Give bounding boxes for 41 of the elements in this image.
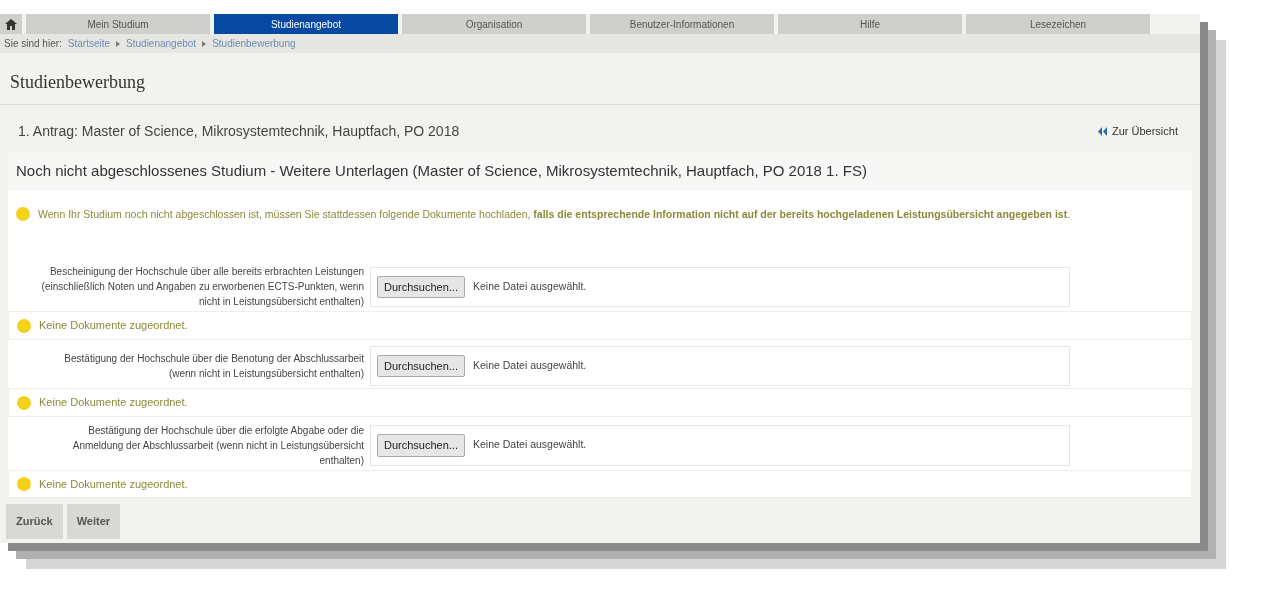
section-title: Noch nicht abgeschlossenes Studium - Weitere Unterlagen (Master of Science, Mikrosystemtechnik, Hauptfach, PO 2018 1. FS) <box>8 152 1192 191</box>
file-status: Keine Datei ausgewählt. <box>473 358 587 374</box>
document-label: Bestätigung der Hochschule über die erfolgte Abgabe oder die Anmeldung der Abschlussarbeit (wenn nicht in Leistungsübersicht enthalten) <box>71 423 365 468</box>
file-status: Keine Datei ausgewählt. <box>473 437 587 453</box>
nav-tab[interactable]: Studienangebot <box>214 14 398 34</box>
document-label: Bescheinigung der Hochschule über alle bereits erbrachten Leistungen (einschließlich Noten und Angaben zu erworbenen ECTS-Punkten, wenn nicht in Leistungsübersicht enthalten) <box>40 265 365 310</box>
nav-tab[interactable]: Benutzer-Informationen <box>590 14 774 34</box>
separator-icon <box>116 40 121 47</box>
nav-tab[interactable]: Organisation <box>402 14 586 34</box>
home-button[interactable] <box>0 14 22 34</box>
notice-text: Wenn Ihr Studium noch nicht abgeschlossen ist, müssen Sie stattdessen folgende Dokumente hochladen, falls die entsprechende Information nicht auf der bereits hochgeladenen Leistungsübersicht angegeben ist. <box>38 206 1071 222</box>
documents-status: Keine Dokumente zugeordnet. <box>39 476 188 492</box>
breadcrumb-link[interactable]: Studienangebot <box>126 36 197 51</box>
breadcrumb-label: Sie sind hier: <box>4 37 62 51</box>
file-upload-field[interactable]: Durchsuchen... Keine Datei ausgewählt. <box>370 425 1070 466</box>
home-icon <box>5 18 17 30</box>
file-upload-field[interactable]: Durchsuchen... Keine Datei ausgewählt. <box>370 345 1070 387</box>
file-status: Keine Datei ausgewählt. <box>473 278 587 294</box>
document-label: Bestätigung der Hochschule über die Benotung der Abschlussarbeit (wenn nicht in Leistungsübersicht enthalten) <box>63 352 365 381</box>
browse-button[interactable]: Durchsuchen... <box>377 354 465 378</box>
documents-status: Keine Dokumente zugeordnet. <box>39 318 188 334</box>
nav-button[interactable]: Zurück <box>6 504 63 539</box>
nav-tab[interactable]: Lesezeichen <box>966 14 1150 34</box>
nav-tab[interactable]: Hilfe <box>778 14 962 34</box>
breadcrumb-link[interactable]: Studienbewerbung <box>212 36 296 51</box>
info-icon <box>17 395 31 410</box>
file-upload-field[interactable]: Durchsuchen... Keine Datei ausgewählt. <box>370 266 1070 307</box>
info-icon <box>17 477 31 491</box>
browse-button[interactable]: Durchsuchen... <box>377 275 465 298</box>
browse-button[interactable]: Durchsuchen... <box>377 434 465 457</box>
nav-button[interactable]: Weiter <box>66 504 121 539</box>
breadcrumb-link[interactable]: Startseite <box>67 36 111 51</box>
page-title: Studienbewerbung <box>0 53 1200 105</box>
back-link[interactable]: Zur Übersicht <box>1097 123 1178 140</box>
info-icon <box>16 206 30 221</box>
separator-icon <box>202 40 207 47</box>
documents-status: Keine Dokumente zugeordnet. <box>39 395 188 411</box>
info-icon <box>17 318 31 333</box>
nav-tab[interactable]: Mein Studium <box>26 14 210 34</box>
application-title: 1. Antrag: Master of Science, Mikrosystemtechnik, Hauptfach, PO 2018 <box>18 122 460 141</box>
double-chevron-icon <box>1097 127 1108 136</box>
